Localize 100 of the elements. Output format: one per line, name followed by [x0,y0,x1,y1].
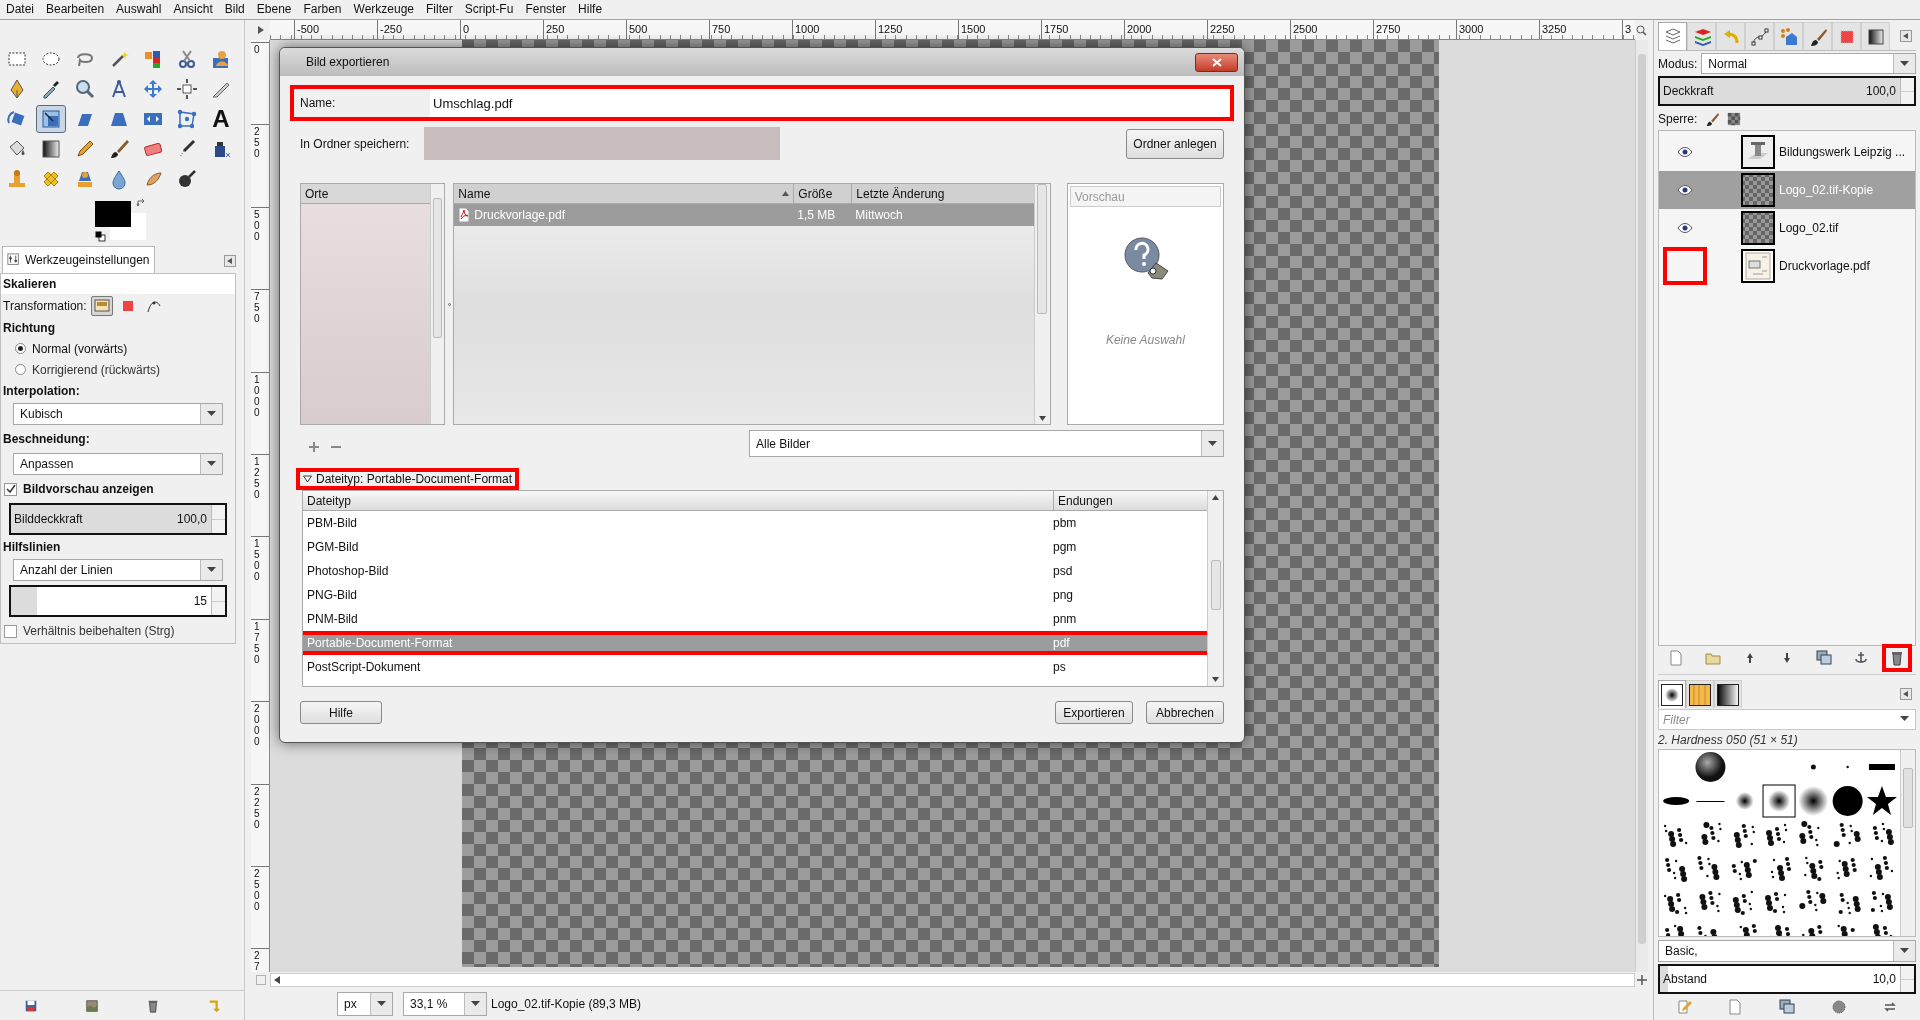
checkbox-option[interactable]: Verhältnis beibehalten (Strg) [1,619,235,643]
menu-item[interactable]: Script-Fu [458,0,520,19]
file-type-row[interactable]: PNG-Bild png [303,587,1207,603]
tag-dropdown[interactable]: Basic, [1658,940,1916,962]
column-header[interactable]: Name [454,184,794,203]
ruler-label: 500 [254,208,261,242]
dock-tab[interactable] [1658,680,1686,708]
dock-tab[interactable] [1861,22,1890,50]
vertical-scrollbar[interactable] [430,184,445,424]
duplicate-icon [1779,999,1795,1015]
small-swatches-icon[interactable] [95,231,106,242]
zoom-dropdown[interactable]: 33,1 % [403,992,487,1016]
swap-arrows-icon[interactable] [136,197,147,208]
vertical-scrollbar[interactable] [1635,40,1648,972]
transform-mode-button[interactable] [90,296,113,316]
column-header[interactable]: Dateityp [303,491,1053,511]
radio-button[interactable] [15,343,26,354]
menu-item[interactable]: Bearbeiten [40,0,111,19]
eye-icon[interactable] [1677,223,1693,233]
panel-menu-button[interactable] [1900,30,1912,42]
empty-preview-text: Keine Auswahl [1105,332,1185,349]
opacity-spin-field[interactable]: Bilddeckkraft 100,0 [9,503,227,535]
menu-item[interactable]: Ebene [250,0,298,19]
scrollbar-thumb[interactable] [1037,184,1048,314]
eye-icon[interactable] [1677,147,1693,157]
vertical-scrollbar[interactable] [1207,491,1223,686]
create-folder-button[interactable]: Ordner anlegen [1126,128,1224,159]
menu-item[interactable]: Werkzeuge [347,0,420,19]
magnifier-icon[interactable] [1636,24,1647,36]
checkbox[interactable] [4,624,17,638]
layer-row[interactable]: Bildungswerk Leipzig ... [1659,133,1915,171]
panel-menu-button[interactable] [224,255,236,267]
column-header[interactable]: Größe [793,184,852,203]
column-header[interactable]: Letzte Änderung [851,184,955,203]
layer-row[interactable]: Druckvorlage.pdf [1659,247,1915,285]
menu-item[interactable]: Filter [420,0,459,19]
cancel-button[interactable]: Abbrechen [1146,701,1224,724]
checkbox[interactable] [4,482,17,496]
file-type-row[interactable]: PostScript-Dokument ps [303,659,1207,675]
image-tile-icon[interactable] [84,998,99,1013]
column-header[interactable]: Orte [301,184,431,204]
move-cross-icon[interactable] [1636,975,1647,985]
opacity-spin-field[interactable]: Deckkraft 100,0 [1658,76,1916,106]
horizontal-scrollbar[interactable] [270,973,1635,987]
layer-row[interactable]: Logo_02.tif [1659,209,1915,247]
plus-icon[interactable] [308,440,320,453]
name-field[interactable]: Umschlag.pdf [430,89,1230,117]
dotted-square-icon[interactable] [255,975,266,985]
dock-tab[interactable] [1714,680,1742,708]
down-caret-icon [1038,416,1046,421]
guide-count-spin-field[interactable]: 15 [9,585,227,617]
spacing-spin-field[interactable]: Abstand 10,0 [1658,964,1916,994]
export-button[interactable]: Exportieren [1055,701,1133,724]
mode-dropdown[interactable]: Normal [1701,53,1916,74]
guides-dropdown[interactable]: Anzahl der Linien [13,559,223,581]
menu-item[interactable]: Farben [297,0,348,19]
file-type-row[interactable]: Photoshop-Bild psd [303,563,1207,579]
scrollbar-thumb[interactable] [433,198,443,338]
stamp-icon [6,168,28,190]
dock-tab[interactable] [1803,22,1832,50]
file-type-row[interactable]: PBM-Bild pbm [303,515,1207,531]
tool-button[interactable]: A [206,105,236,133]
menu-item[interactable]: Ansicht [167,0,219,19]
right-triangle-icon[interactable] [256,26,265,34]
radio-option[interactable]: Normal (vorwärts) [1,338,235,359]
menu-item[interactable]: Fenster [519,0,573,19]
stacked-sheets-icon [1663,27,1682,46]
radio-option[interactable]: Korrigierend (rückwärts) [1,359,235,380]
eye-icon[interactable] [1677,185,1693,195]
scrollbar-thumb[interactable] [1638,54,1646,944]
checkered-square-icon[interactable] [1727,112,1742,126]
panel-menu-button[interactable] [1900,688,1912,700]
file-type-row[interactable]: PNM-Bild pnm [303,611,1207,627]
file-type-row[interactable]: PGM-Bild pgm [303,539,1207,555]
color-swatches[interactable] [95,201,146,240]
column-header[interactable]: Endungen [1053,491,1207,511]
paintbrush-icon[interactable] [1705,112,1720,126]
file-filter-dropdown[interactable]: Alle Bilder [749,430,1224,457]
dock-tab[interactable] [1686,680,1714,708]
interpolation-dropdown[interactable]: Kubisch [13,403,223,425]
scrollbar-thumb[interactable] [1903,768,1913,828]
radio-button[interactable] [15,364,26,375]
options-tab[interactable]: Werkzeugeinstellungen [2,246,155,273]
close-button[interactable] [1195,52,1238,72]
menu-item[interactable]: Auswahl [110,0,168,19]
help-button[interactable]: Hilfe [300,701,382,724]
brush-action-button[interactable] [1776,997,1798,1017]
filter-field[interactable]: Filter [1658,709,1916,730]
checkbox-option[interactable]: Bildvorschau anzeigen [1,477,235,501]
clipping-dropdown[interactable]: Anpassen [13,453,223,475]
menu-item[interactable]: Hilfe [572,0,609,19]
unit-dropdown[interactable]: px [337,992,393,1016]
vertical-scrollbar[interactable] [1033,184,1050,424]
round-paddle-icon [176,168,198,190]
vertical-scrollbar[interactable] [1900,750,1915,936]
scrollbar-thumb[interactable] [1210,560,1221,610]
caret-icon [207,411,216,417]
menu-item[interactable]: Bild [218,0,251,19]
menu-item[interactable]: Datei [0,0,40,19]
transparent-layer-thumbnail [1741,211,1775,245]
